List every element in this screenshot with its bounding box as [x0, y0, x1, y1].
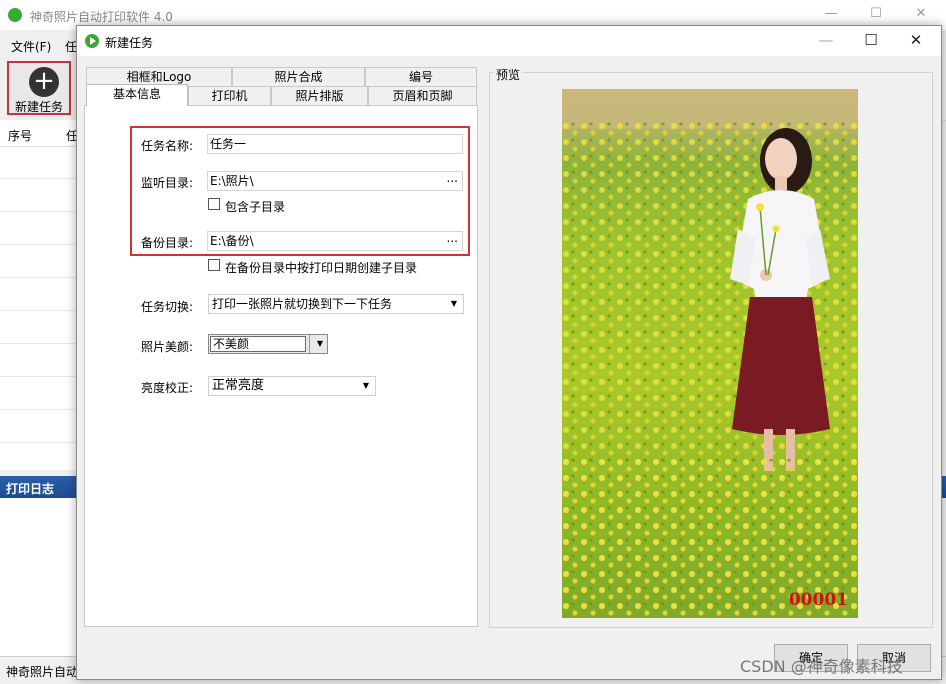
task-switch-select[interactable]: 打印一张照片就切换到下一下任务 ▼: [208, 294, 464, 314]
new-task-label: 新建任务: [14, 100, 63, 114]
task-switch-value: 打印一张照片就切换到下一下任务: [212, 297, 393, 311]
date-subdir-label: 在备份目录中按打印日期创建子目录: [225, 261, 418, 275]
brightness-select[interactable]: 正常亮度 ▼: [208, 376, 376, 396]
task-list[interactable]: 序号 任: [0, 120, 78, 470]
menu-file[interactable]: 文件(F): [11, 38, 51, 55]
watermark: CSDN @神奇像素科技: [740, 657, 903, 676]
row-divider: [0, 310, 76, 311]
row-divider: [0, 442, 76, 443]
chevron-down-icon: ▼: [450, 299, 457, 308]
preview-photo-illustration: [562, 89, 858, 618]
beauty-label: 照片美颜:: [141, 340, 194, 354]
task-list-header: 序号 任: [0, 120, 78, 147]
status-text: 神奇照片自动: [6, 665, 79, 679]
chevron-down-icon: ▼: [316, 339, 323, 348]
app-icon: [8, 8, 22, 22]
row-divider: [0, 244, 76, 245]
print-log-title: 打印日志: [6, 482, 55, 496]
tab-photo-layout[interactable]: 照片排版: [271, 86, 368, 105]
row-divider: [0, 376, 76, 377]
preview-label: 预览: [493, 66, 524, 83]
row-divider: [0, 178, 76, 179]
preview-photo: 00001: [562, 89, 858, 618]
dialog-app-icon: [85, 34, 99, 48]
dialog-close-icon[interactable]: ✕: [896, 31, 936, 49]
chevron-down-icon: ▼: [362, 381, 369, 390]
brightness-value: 正常亮度: [212, 378, 265, 393]
tab-printer[interactable]: 打印机: [188, 86, 271, 105]
tab-header-footer[interactable]: 页眉和页脚: [368, 86, 477, 105]
minimize-icon[interactable]: —: [816, 6, 846, 21]
task-switch-label: 任务切换:: [141, 300, 194, 314]
print-log-area[interactable]: [0, 498, 76, 656]
select-divider: [309, 335, 310, 353]
maximize-icon[interactable]: ☐: [861, 6, 891, 21]
dialog-minimize-icon[interactable]: —: [806, 31, 846, 49]
close-icon[interactable]: ✕: [906, 6, 936, 21]
beauty-select[interactable]: 不美颜 ▼: [208, 334, 328, 354]
column-header-index[interactable]: 序号: [8, 127, 32, 144]
dialog-title-bar: 新建任务 — ☐ ✕: [77, 26, 941, 56]
preview-number: 00001: [788, 590, 848, 610]
new-task-dialog: 新建任务 — ☐ ✕ 相框和Logo 照片合成 编号 基本信息 打印机 照片排版…: [76, 25, 942, 680]
tab-basic-info[interactable]: 基本信息: [86, 84, 188, 106]
dialog-maximize-icon[interactable]: ☐: [851, 31, 891, 49]
main-window-title: 神奇照片自动打印软件 4.0: [30, 10, 173, 24]
brightness-label: 亮度校正:: [141, 381, 194, 395]
beauty-value: 不美颜: [210, 336, 306, 352]
row-divider: [0, 343, 76, 344]
tab-photo-compose[interactable]: 照片合成: [232, 67, 365, 86]
row-divider: [0, 211, 76, 212]
row-divider: [0, 277, 76, 278]
new-task-button[interactable]: + 新建任务: [7, 61, 71, 115]
plus-icon: +: [29, 67, 59, 97]
row-divider: [0, 409, 76, 410]
tab-numbering[interactable]: 编号: [365, 67, 477, 86]
dialog-title: 新建任务: [105, 36, 154, 50]
date-subdir-checkbox[interactable]: [208, 259, 220, 271]
highlight-box: [130, 126, 470, 256]
